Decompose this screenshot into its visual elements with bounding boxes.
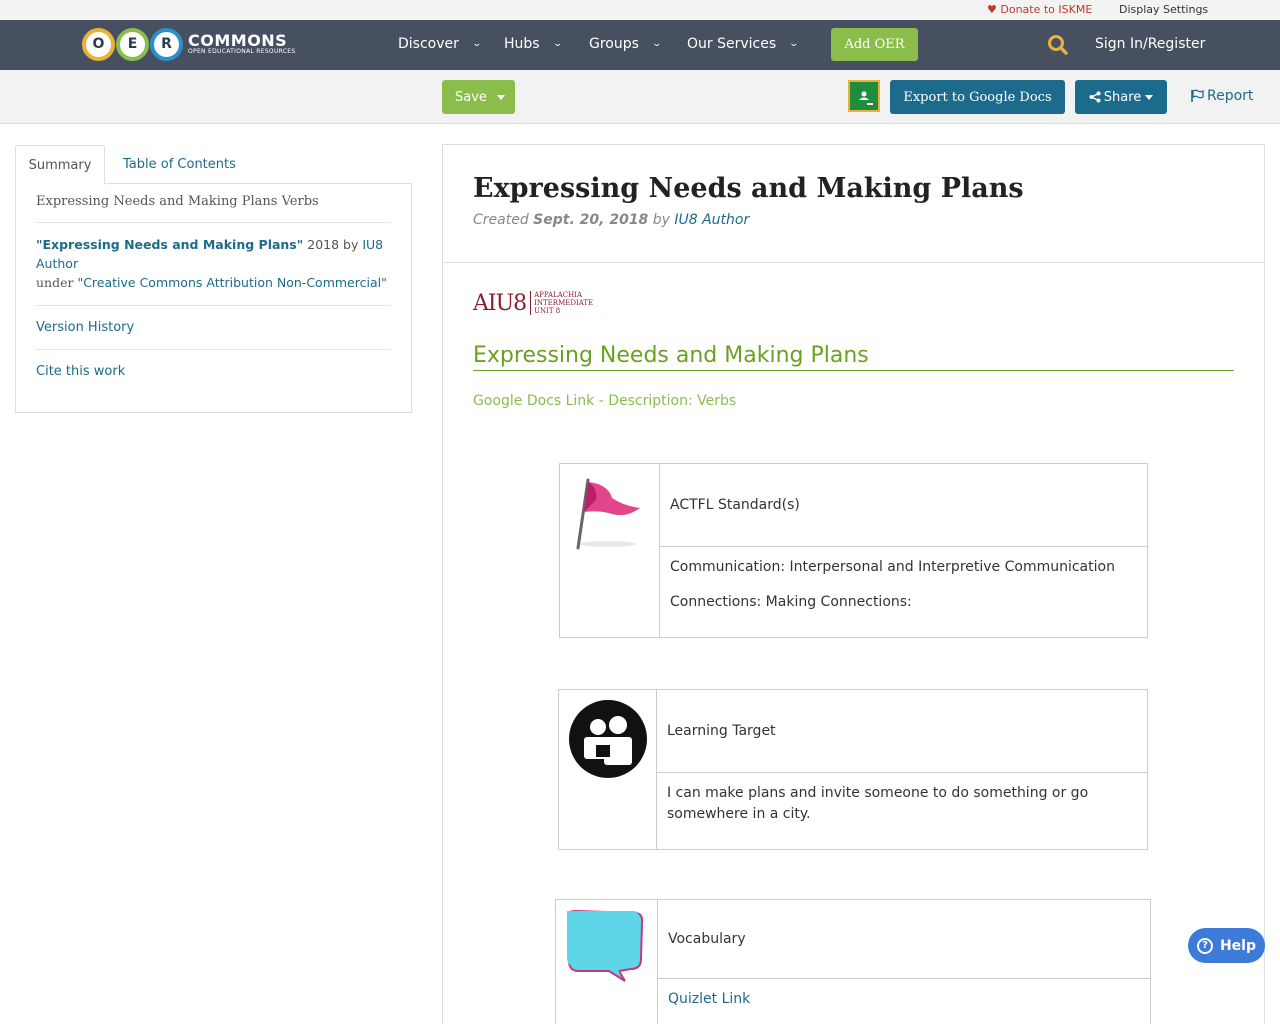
created-line: Created Sept. 20, 2018 by IU8 Author [473,212,1234,228]
standards-table: ACTFL Standard(s) Communication: Interpe… [559,463,1148,638]
document-heading: Expressing Needs and Making Plans [473,343,1234,371]
standards-body: ACTFL Standard(s) Communication: Interpe… [660,464,1147,637]
logo-letter-r: R [150,27,183,61]
learning-target-rows: I can make plans and invite someone to d… [657,773,1147,835]
cite-row: Cite this work [36,350,391,393]
add-oer-button[interactable]: Add OER [831,28,918,61]
people-icon [569,700,647,778]
attribution-under: under [36,275,78,290]
speech-bubble-icon [567,909,644,982]
learning-target-header: Learning Target [657,690,1147,773]
share-icon [1089,91,1101,103]
flag-icon [1191,89,1204,102]
donate-link[interactable]: ♥ Donate to ISKME [987,3,1092,16]
chevron-down-icon: ⌄ [651,39,662,49]
version-history-link[interactable]: Version History [36,320,134,335]
google-docs-link[interactable]: Google Docs Link - Description: Verbs [473,393,736,409]
donate-label: Donate to ISKME [1000,3,1093,16]
share-button[interactable]: Share [1075,80,1167,114]
chevron-down-icon: ⌄ [471,39,482,49]
nav-hubs[interactable]: Hubs ⌄ [504,36,563,52]
logo-title: COMMONS [188,31,288,50]
main-content: Expressing Needs and Making Plans Create… [442,144,1265,1024]
nav-discover[interactable]: Discover ⌄ [398,36,482,52]
display-settings-link[interactable]: Display Settings [1119,3,1208,16]
logo-letter-o: O [82,27,115,61]
license-link[interactable]: "Creative Commons Attribution Non-Commer… [77,275,386,290]
flag-icon [576,478,640,550]
created-author-link[interactable]: IU8 Author [674,212,749,228]
sidebar-tabs: Summary Table of Contents [15,145,412,185]
share-label: Share [1103,89,1142,105]
oer-commons-logo[interactable]: O E R COMMONS OPEN EDUCATIONAL RESOURCES [82,26,296,62]
work-link[interactable]: "Expressing Needs and Making Plans" [36,237,303,252]
tab-table-of-contents[interactable]: Table of Contents [123,145,236,184]
learning-target-icon-cell [559,690,657,849]
aiu8-logo: AIU8 APPALACHIA INTERMEDIATE UNIT 8 [473,283,593,323]
created-by: by [648,212,675,228]
vocabulary-rows: Quizlet Link [658,979,1150,1020]
sign-in-register-link[interactable]: Sign In/Register [1095,36,1205,52]
aiu8-line2: INTERMEDIATE [534,299,594,307]
vocabulary-body: Vocabulary Quizlet Link [658,900,1150,1024]
logo-letter-e: E [116,27,149,61]
google-classroom-icon[interactable] [848,80,880,112]
created-prefix: Created [473,212,534,228]
save-label: Save [455,89,487,105]
vocabulary-header: Vocabulary [658,900,1150,979]
summary-panel: Expressing Needs and Making Plans Verbs … [15,184,412,413]
attribution-year: 2018 by [303,237,363,252]
resource-header: Expressing Needs and Making Plans Create… [443,145,1264,263]
learning-target-table: Learning Target I can make plans and inv… [558,689,1148,850]
help-button[interactable]: ? Help [1188,928,1265,963]
utility-bar: ♥ Donate to ISKME Display Settings [0,0,1280,20]
logo-subtitle: OPEN EDUCATIONAL RESOURCES [188,48,296,55]
heart-icon: ♥ [987,3,997,16]
nav-our-services-label: Our Services [687,36,777,52]
attribution: "Expressing Needs and Making Plans" 2018… [36,223,391,306]
report-label: Report [1207,88,1254,104]
learning-target-body: Learning Target I can make plans and inv… [657,690,1147,849]
page-title: Expressing Needs and Making Plans [473,173,1024,204]
nav-discover-label: Discover [398,36,459,52]
quizlet-link[interactable]: Quizlet Link [668,991,750,1007]
resource-toolbar: Save Export to Google Docs Share Report [0,70,1280,124]
export-google-docs-button[interactable]: Export to Google Docs [890,80,1065,114]
question-icon: ? [1196,937,1213,954]
caret-down-icon [1145,94,1154,100]
created-date: Sept. 20, 2018 [533,212,649,228]
version-history-row: Version History [36,306,391,350]
chevron-down-icon: ⌄ [552,39,563,49]
caret-down-icon [496,94,505,100]
nav-groups-label: Groups [589,36,639,52]
aiu8-line1: APPALACHIA [534,291,582,299]
aiu8-mark: AIU8 [473,290,527,316]
sidebar: Summary Table of Contents Expressing Nee… [15,145,412,413]
aiu8-line3: UNIT 8 [534,307,561,315]
logo-text: COMMONS OPEN EDUCATIONAL RESOURCES [188,33,296,55]
cite-this-work-link[interactable]: Cite this work [36,364,125,379]
report-button[interactable]: Report [1190,88,1253,104]
classroom-glyph [853,85,875,107]
help-label: Help [1219,937,1257,954]
standards-header: ACTFL Standard(s) [660,464,1147,547]
standards-icon-cell [560,464,660,637]
vocabulary-icon-cell [556,900,658,1024]
vocabulary-table: Vocabulary Quizlet Link [555,899,1151,1024]
tab-summary[interactable]: Summary [15,145,105,185]
chevron-down-icon: ⌄ [788,39,800,49]
nav-hubs-label: Hubs [504,36,540,52]
standards-row: Communication: Interpersonal and Interpr… [670,559,1115,575]
search-icon[interactable] [1047,34,1069,56]
save-button[interactable]: Save [442,80,515,114]
nav-groups[interactable]: Groups ⌄ [589,36,662,52]
learning-target-row: I can make plans and invite someone to d… [667,785,1089,822]
nav-our-services[interactable]: Our Services ⌄ [687,36,800,52]
aiu8-words: APPALACHIA INTERMEDIATE UNIT 8 [530,291,593,315]
main-nav: O E R COMMONS OPEN EDUCATIONAL RESOURCES… [0,20,1280,70]
standards-row: Connections: Making Connections: [670,594,912,610]
summary-title: Expressing Needs and Making Plans Verbs [36,194,391,223]
standards-rows: Communication: Interpersonal and Interpr… [660,547,1147,623]
